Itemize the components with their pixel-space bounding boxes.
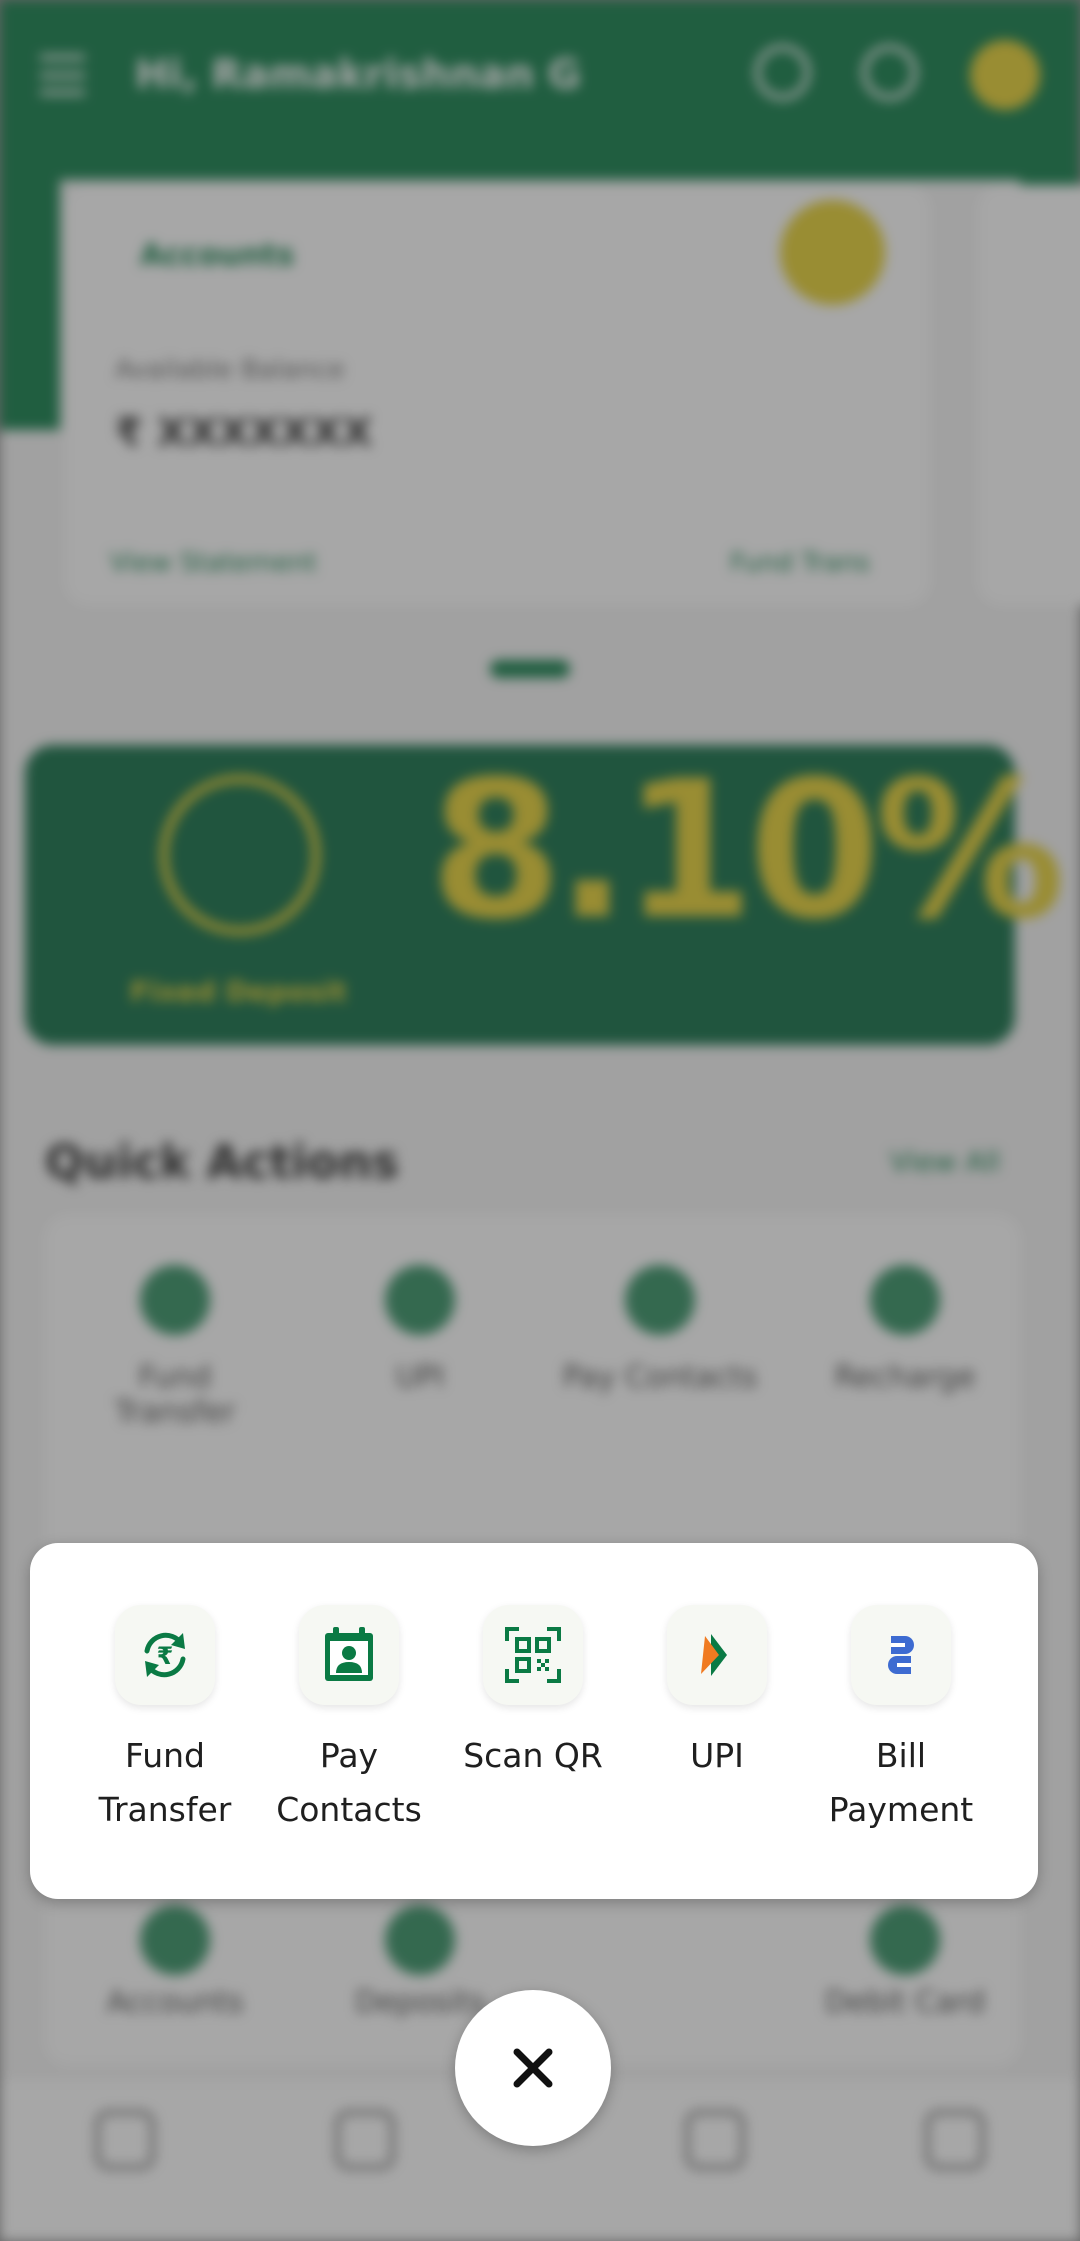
quick-pay-sheet: ₹ Fund Transfer Pay Contacts Scan QR UPI…: [30, 1543, 1038, 1899]
upi-logo-icon: [701, 1634, 727, 1676]
fund-transfer-label: Fund Transfer: [98, 1736, 232, 1829]
bill-payment-button[interactable]: Bill Payment: [809, 1605, 993, 1837]
bill-payment-label: Bill Payment: [828, 1736, 974, 1829]
bill-payment-icon: [888, 1636, 914, 1674]
upi-button[interactable]: UPI: [625, 1605, 809, 1783]
svg-text:₹: ₹: [157, 1642, 174, 1670]
scan-qr-button[interactable]: Scan QR: [441, 1605, 625, 1783]
modal-backdrop[interactable]: [0, 0, 1080, 2241]
scan-qr-label: Scan QR: [463, 1736, 603, 1775]
upi-label: UPI: [690, 1736, 744, 1775]
qr-code-icon: [505, 1627, 561, 1683]
close-button[interactable]: [455, 1990, 611, 2146]
close-icon: [513, 2048, 553, 2088]
contact-card-icon: [325, 1627, 373, 1681]
fund-transfer-button[interactable]: ₹ Fund Transfer: [73, 1605, 257, 1837]
pay-contacts-button[interactable]: Pay Contacts: [257, 1605, 441, 1837]
pay-contacts-label: Pay Contacts: [276, 1736, 422, 1829]
rupee-sync-icon: ₹: [144, 1632, 186, 1678]
